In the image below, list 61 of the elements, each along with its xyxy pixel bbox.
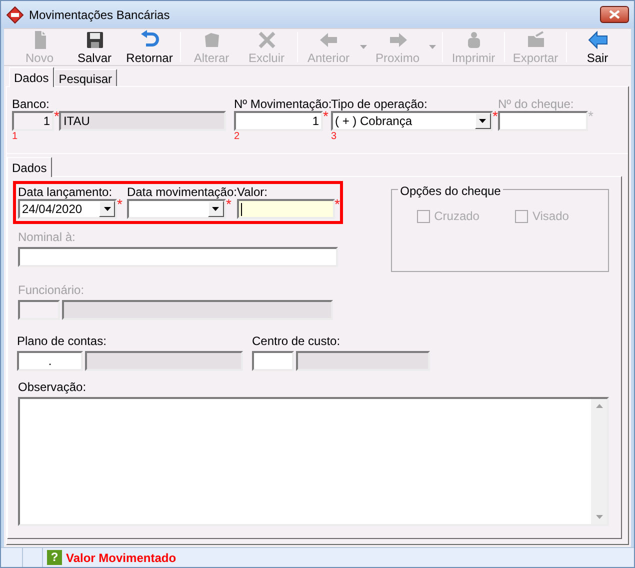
dropdown-button[interactable] <box>99 201 115 217</box>
field-label: Data movimentação: <box>126 185 237 199</box>
tab[interactable]: Pesquisar <box>54 69 118 86</box>
undo-icon <box>140 30 160 50</box>
status-message: Valor Movimentado <box>66 550 176 567</box>
caret-icon <box>104 207 110 211</box>
required-mark: * <box>492 111 498 121</box>
field-label: Funcionário: <box>18 283 86 297</box>
dropdown-button[interactable] <box>208 201 224 217</box>
input-field[interactable] <box>252 351 294 371</box>
input-field[interactable] <box>237 199 335 219</box>
required-mark: * <box>588 111 594 121</box>
field-label: Data lançamento: <box>18 185 114 199</box>
field-label: Centro de custo: <box>252 334 342 348</box>
toolbar-button[interactable]: Retornar <box>122 29 177 65</box>
field-label: Tipo de operação: <box>331 97 428 111</box>
required-mark: * <box>226 199 232 209</box>
close-button[interactable] <box>600 6 629 23</box>
dropdown-button[interactable] <box>474 113 491 129</box>
input-field[interactable] <box>18 247 338 267</box>
input-field[interactable]: 1 <box>234 111 323 131</box>
caret-icon <box>360 45 366 49</box>
input-field: ITAU <box>59 111 226 131</box>
caret-icon <box>428 45 436 49</box>
field-label: Nº Movimentação: <box>234 97 331 111</box>
scroll-down-icon <box>596 515 602 519</box>
toolbar-button[interactable]: Salvar <box>67 29 122 65</box>
window-title: Movimentações Bancárias <box>29 6 170 24</box>
app-logo-icon <box>6 6 24 24</box>
dropdown-field[interactable] <box>126 199 226 219</box>
field-label: Valor: <box>237 185 268 199</box>
caret-icon <box>212 207 220 211</box>
input-field[interactable] <box>18 300 60 320</box>
field-label: Nº do cheque: <box>498 97 575 111</box>
close-icon <box>609 10 620 19</box>
scroll-up-icon <box>596 404 602 408</box>
caret-icon <box>479 119 486 123</box>
input-field[interactable]: . <box>17 351 83 371</box>
field-label: Nominal à: <box>18 230 76 244</box>
toolbar-button[interactable]: Sair <box>570 29 625 65</box>
field-label: Observação: <box>18 380 88 394</box>
field-label: Plano de contas: <box>17 334 108 348</box>
folder-icon <box>526 30 546 50</box>
dropdown-field[interactable]: 24/04/2020 <box>18 199 117 219</box>
order-number: 2 <box>234 131 241 142</box>
x-icon <box>256 30 276 50</box>
required-mark: * <box>334 199 340 209</box>
order-number: 1 <box>12 131 19 142</box>
required-mark: * <box>117 199 122 209</box>
required-mark: * <box>54 111 60 121</box>
help-icon: ? <box>47 550 62 565</box>
text-cursor <box>241 202 242 216</box>
tab[interactable]: Dados <box>9 67 54 87</box>
dropdown-field[interactable]: ( + ) Cobrança <box>331 111 493 131</box>
field-label: Banco: <box>12 97 50 111</box>
tab[interactable]: Dados <box>7 157 52 177</box>
input-field[interactable]: 1 <box>12 111 54 131</box>
left-arrow-icon <box>588 30 608 50</box>
order-number: 3 <box>331 131 338 142</box>
required-mark: * <box>323 111 328 121</box>
input-field[interactable] <box>498 111 588 131</box>
